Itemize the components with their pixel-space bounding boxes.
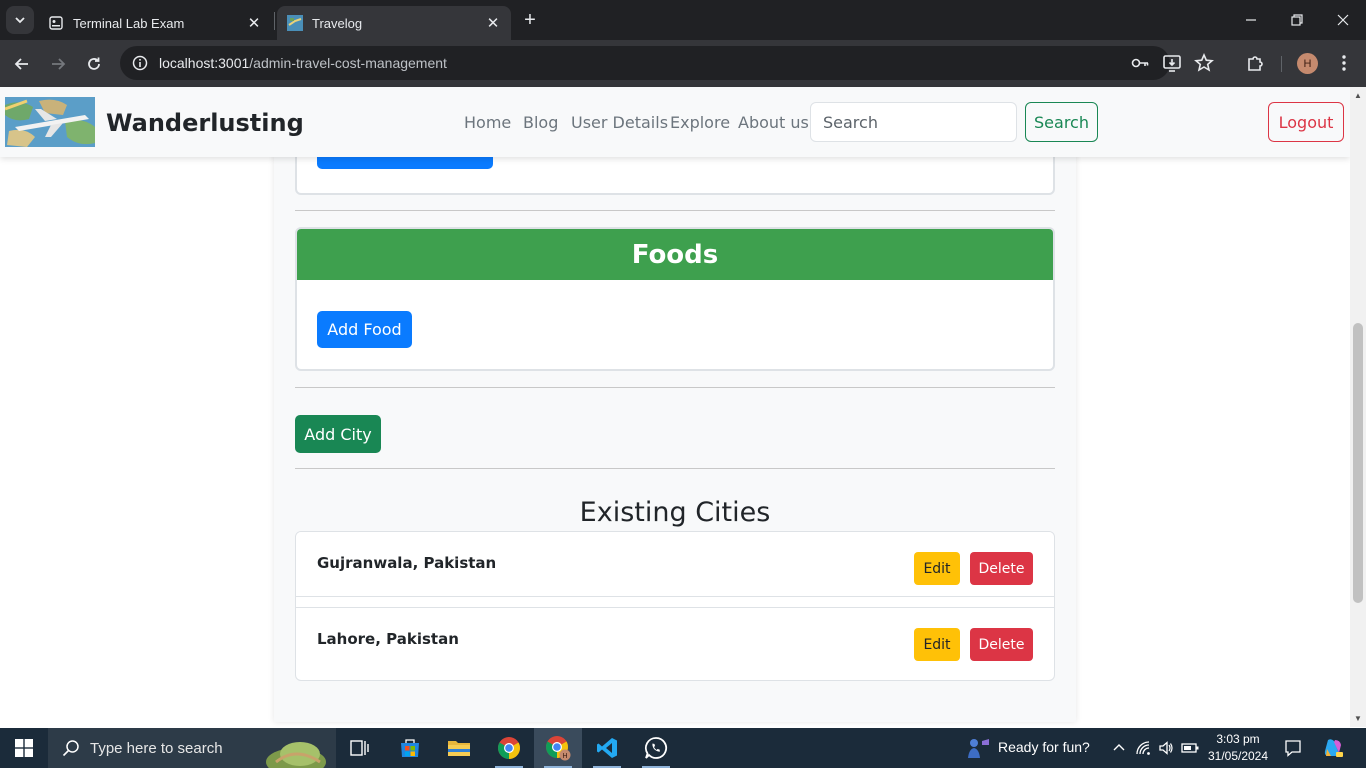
password-key-icon[interactable] <box>1129 52 1151 74</box>
nav-link-user-details[interactable]: User Details <box>571 113 668 132</box>
taskbar-search-placeholder: Type here to search <box>90 739 223 757</box>
chevron-up-icon[interactable] <box>1109 738 1129 758</box>
chrome-profile-icon[interactable]: H <box>534 728 582 768</box>
clock-date: 31/05/2024 <box>1207 749 1269 763</box>
delete-city-button[interactable]: Delete <box>970 628 1033 661</box>
windows-taskbar: Type here to search H Ready for fun? 3:0… <box>0 728 1366 768</box>
tab-title: Travelog <box>312 15 363 31</box>
extensions-puzzle-icon[interactable] <box>1244 52 1266 74</box>
task-view-icon[interactable] <box>336 728 384 768</box>
volume-icon[interactable] <box>1156 738 1176 758</box>
admin-panel-card: Add Accommodation Foods Add Food Add Cit… <box>274 87 1076 722</box>
url-host: localhost:3001 <box>159 55 250 71</box>
reload-icon[interactable] <box>80 50 108 78</box>
scrollbar-thumb[interactable] <box>1353 323 1363 603</box>
scroll-down-arrow-icon[interactable]: ▼ <box>1353 713 1363 723</box>
wifi-icon[interactable] <box>1133 738 1153 758</box>
chrome-icon[interactable] <box>485 728 533 768</box>
tab-separator <box>274 12 275 30</box>
close-icon[interactable]: ✕ <box>485 15 501 32</box>
city-name: Lahore, Pakistan <box>317 630 459 648</box>
divider <box>295 468 1055 469</box>
logout-button[interactable]: Logout <box>1268 102 1344 142</box>
url-text[interactable]: localhost:3001/admin-travel-cost-managem… <box>159 55 447 71</box>
svg-text:H: H <box>562 752 567 760</box>
url-path: /admin-travel-cost-management <box>249 55 447 71</box>
tab-title: Terminal Lab Exam <box>73 15 185 31</box>
restore-icon[interactable] <box>1274 0 1320 40</box>
page-viewport: Add Accommodation Foods Add Food Add Cit… <box>0 87 1350 727</box>
microsoft-store-icon[interactable] <box>386 728 434 768</box>
clock-time: 3:03 pm <box>1216 732 1260 746</box>
window-close-icon[interactable] <box>1320 0 1366 40</box>
whatsapp-icon[interactable] <box>632 728 680 768</box>
nav-link-explore[interactable]: Explore <box>670 113 730 132</box>
foods-header: Foods <box>297 229 1053 280</box>
city-name: Gujranwala, Pakistan <box>317 554 497 572</box>
close-icon[interactable]: ✕ <box>246 15 262 32</box>
scroll-up-arrow-icon[interactable]: ▲ <box>1353 90 1363 100</box>
site-navbar: Wanderlusting Home Blog User Details Exp… <box>0 87 1350 157</box>
install-app-icon[interactable] <box>1161 52 1183 74</box>
existing-cities-title: Existing Cities <box>579 497 771 528</box>
browser-toolbar: localhost:3001/admin-travel-cost-managem… <box>0 40 1366 87</box>
address-bar[interactable]: localhost:3001/admin-travel-cost-managem… <box>120 46 1170 80</box>
game-bar-character-icon[interactable] <box>964 738 994 758</box>
list-item: Gujranwala, Pakistan Edit Delete <box>296 532 1054 597</box>
taskbar-search-box[interactable]: Type here to search <box>48 728 336 768</box>
foods-section: Foods Add Food <box>295 227 1055 371</box>
more-menu-icon[interactable] <box>1333 52 1355 74</box>
search-input[interactable] <box>810 102 1017 142</box>
divider <box>295 387 1055 388</box>
browser-tab-travelog[interactable]: Travelog ✕ <box>277 6 511 40</box>
copilot-icon[interactable] <box>1321 738 1345 758</box>
list-item: Lahore, Pakistan Edit Delete <box>296 607 1054 672</box>
windows-logo-icon <box>15 739 33 757</box>
file-explorer-icon[interactable] <box>435 728 483 768</box>
brand-name[interactable]: Wanderlusting <box>106 109 304 137</box>
vs-code-icon[interactable] <box>583 728 631 768</box>
bookmark-star-icon[interactable] <box>1193 52 1215 74</box>
delete-city-button[interactable]: Delete <box>970 552 1033 585</box>
minimize-icon[interactable] <box>1228 0 1274 40</box>
battery-icon[interactable] <box>1180 738 1200 758</box>
notifications-icon[interactable] <box>1283 738 1303 758</box>
system-clock[interactable]: 3:03 pm 31/05/2024 <box>1206 731 1270 765</box>
new-tab-button[interactable]: + <box>518 8 542 32</box>
browser-tab-terminal-lab-exam[interactable]: Terminal Lab Exam ✕ <box>38 6 272 40</box>
document-icon <box>48 15 64 31</box>
add-city-button[interactable]: Add City <box>295 415 381 453</box>
edit-city-button[interactable]: Edit <box>914 552 960 585</box>
site-favicon-icon <box>287 15 303 31</box>
tab-search-button[interactable] <box>6 6 34 34</box>
search-icon <box>62 740 79 757</box>
tray-status-text[interactable]: Ready for fun? <box>998 739 1090 755</box>
browser-tab-bar: Terminal Lab Exam ✕ Travelog ✕ + <box>0 0 1366 40</box>
back-arrow-icon[interactable] <box>8 50 36 78</box>
divider <box>295 210 1055 211</box>
nav-link-blog[interactable]: Blog <box>523 113 558 132</box>
toolbar-separator <box>1281 56 1282 72</box>
city-list: Gujranwala, Pakistan Edit Delete Lahore,… <box>295 531 1055 681</box>
page-scrollbar[interactable]: ▲ ▼ <box>1350 87 1366 727</box>
add-food-button[interactable]: Add Food <box>317 311 412 348</box>
chevron-down-icon <box>15 17 25 24</box>
site-info-icon[interactable] <box>122 46 158 80</box>
profile-avatar[interactable]: H <box>1297 53 1318 74</box>
nav-link-home[interactable]: Home <box>464 113 511 132</box>
brand-logo[interactable] <box>5 97 95 147</box>
search-button[interactable]: Search <box>1025 102 1098 142</box>
search-highlight-illustration-icon <box>266 742 326 768</box>
forward-arrow-icon[interactable] <box>44 50 72 78</box>
nav-link-about-us[interactable]: About us <box>738 113 809 132</box>
edit-city-button[interactable]: Edit <box>914 628 960 661</box>
windows-start-button[interactable] <box>0 728 48 768</box>
